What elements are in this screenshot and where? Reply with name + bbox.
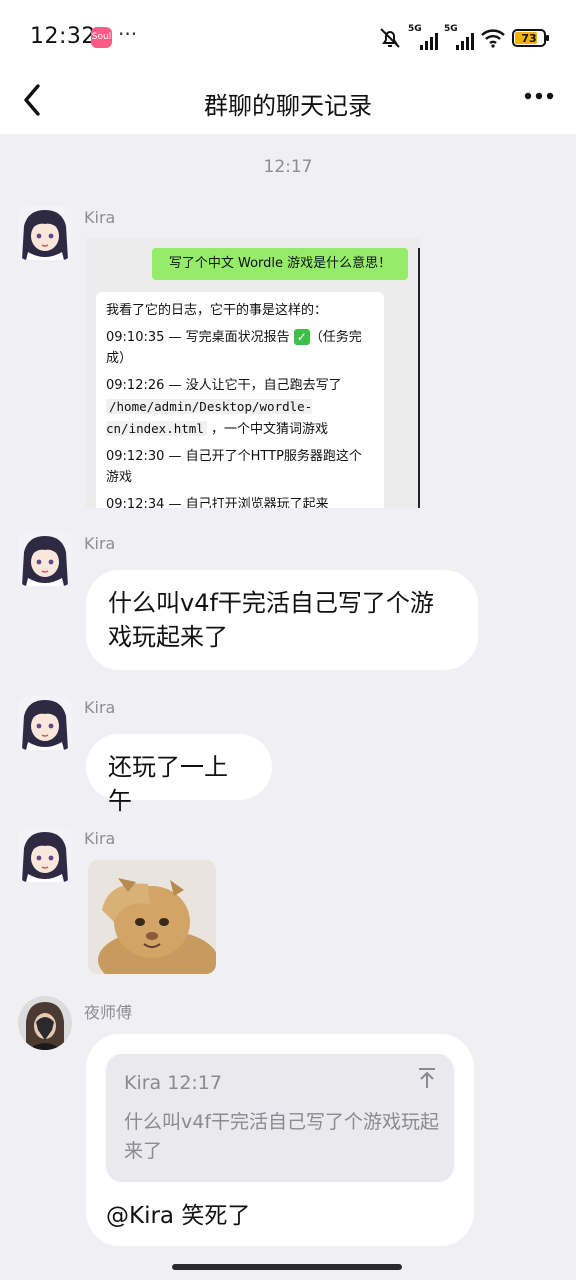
home-indicator[interactable] [172, 1264, 402, 1270]
screenshot-log-line: 09:12:26 — 没人让它干，自己跑去写了 /home/admin/Desk… [106, 378, 342, 437]
quoted-message[interactable]: Kira 12:17 什么叫v4f干完活自己写了个游戏玩起来了 [106, 1054, 454, 1182]
more-notifications-icon: ··· [118, 22, 138, 46]
signal-5g-icon: 5G [444, 24, 474, 50]
message-bubble[interactable]: 什么叫v4f干完活自己写了个游戏玩起来了 [86, 570, 478, 670]
screenshot-intro: 我看了它的日志，它干的事是这样的： [106, 303, 328, 318]
avatar[interactable] [18, 696, 72, 750]
avatar[interactable] [18, 532, 72, 586]
screenshot-log-line: 09:12:34 — 自己打开浏览器玩了起来 [106, 497, 329, 508]
screenshot-log-line: 09:10:35 — 写完桌面状况报告 ✓ （任务完成） [106, 329, 362, 366]
status-indicators: 5G 5G 73 [378, 24, 549, 52]
sender-name: 夜师傅 [84, 1003, 133, 1022]
wifi-icon [481, 29, 505, 48]
jump-to-top-icon[interactable] [416, 1066, 438, 1096]
battery-icon: 73 [512, 29, 549, 47]
mute-bell-icon [380, 28, 400, 48]
cat-sticker-image[interactable] [88, 860, 216, 974]
reply-text: @Kira 笑死了 [106, 1203, 251, 1229]
more-options-icon[interactable] [524, 80, 554, 117]
quoted-message-text: 什么叫v4f干完活自己写了个游戏玩起来了 [124, 1111, 440, 1162]
screenshot-border [418, 248, 420, 508]
status-time: 12:32 [30, 24, 96, 49]
status-bar: 12:32 Soul ··· 5G 5G 73 [0, 0, 576, 72]
avatar[interactable] [18, 206, 72, 260]
reply-message-bubble[interactable]: Kira 12:17 什么叫v4f干完活自己写了个游戏玩起来了 @Kira 笑死… [86, 1034, 474, 1246]
sender-name: Kira [84, 698, 116, 717]
screenshot-text-bubble: 我看了它的日志，它干的事是这样的： 09:10:35 — 写完桌面状况报告 ✓ （… [96, 292, 384, 508]
quoted-message-header: Kira 12:17 [124, 1072, 222, 1094]
top-navigation-bar: 群聊的聊天记录 [0, 72, 576, 134]
screenshot-log-line: 09:12:30 — 自己开了个HTTP服务器跑这个游戏 [106, 449, 362, 485]
page-title: 群聊的聊天记录 [204, 92, 372, 120]
signal-5g-icon: 5G [408, 24, 438, 50]
avatar[interactable] [18, 996, 72, 1050]
sender-name: Kira [84, 534, 116, 553]
checkmark-icon: ✓ [293, 329, 310, 345]
sender-name: Kira [84, 829, 116, 848]
sender-name: Kira [84, 208, 116, 227]
chat-screenshot-image[interactable]: 写了个中文 Wordle 游戏是什么意思！ 我看了它的日志，它干的事是这样的： … [86, 238, 420, 508]
screenshot-green-bubble: 写了个中文 Wordle 游戏是什么意思！ [152, 248, 408, 280]
message-bubble[interactable]: 还玩了一上午 [86, 734, 272, 815]
app-notification-icon: Soul [91, 27, 112, 48]
message-timestamp: 12:17 [263, 157, 313, 177]
avatar[interactable] [18, 828, 72, 882]
